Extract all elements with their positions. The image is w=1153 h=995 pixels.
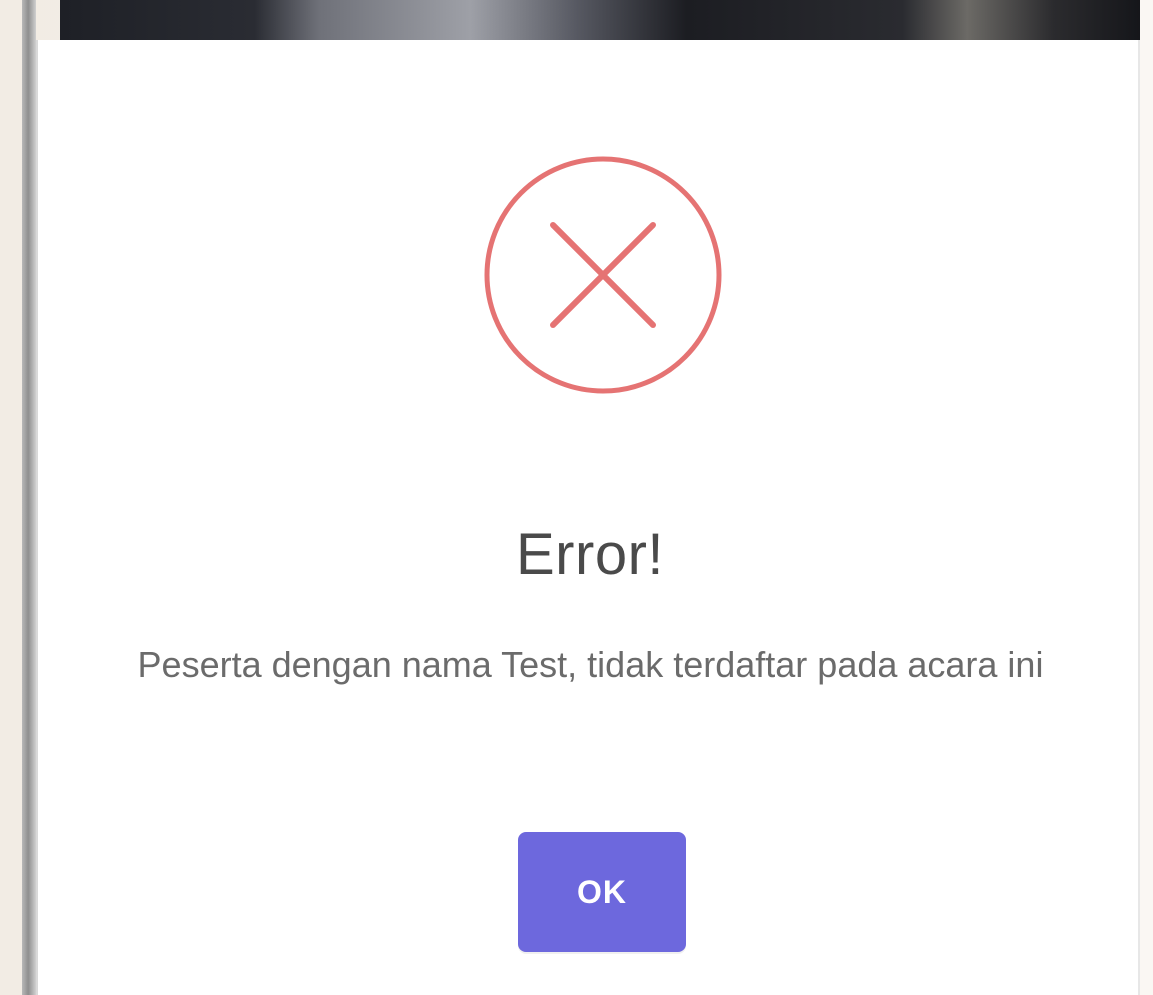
dialog-message: Peserta dengan nama Test, tidak terdafta… <box>137 644 1044 685</box>
error-dialog: Error! Peserta dengan nama Test, tidak t… <box>36 40 1140 995</box>
top-bar <box>60 0 1140 40</box>
ok-button[interactable]: OK <box>518 832 686 952</box>
error-icon <box>483 155 723 395</box>
dialog-title: Error! <box>516 522 664 587</box>
window-edge <box>22 0 36 995</box>
error-icon-graphic <box>484 156 722 394</box>
